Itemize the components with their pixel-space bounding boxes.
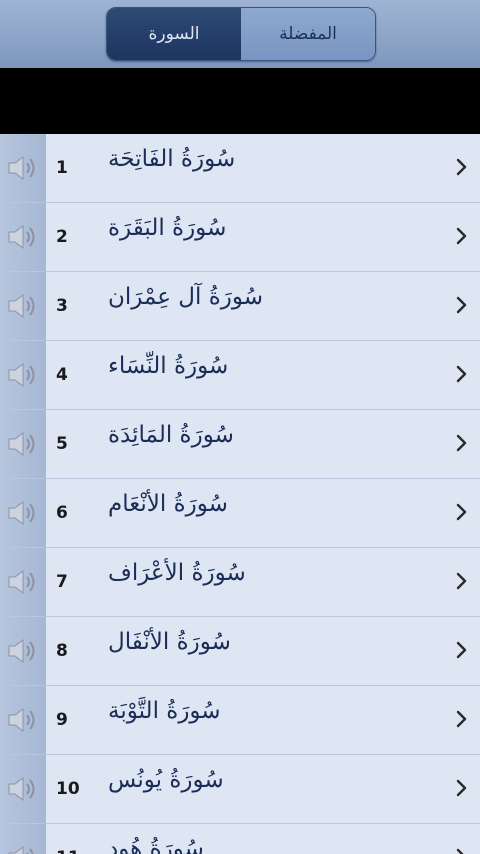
surah-number: 8 (56, 641, 68, 661)
chevron-right-icon[interactable] (456, 227, 468, 245)
surah-list[interactable]: 1 سُورَةُ الفَاتِحَة 2 سُورَةُ البَقَرَة 3 سُ… (0, 134, 480, 854)
chevron-right-icon[interactable] (456, 641, 468, 659)
audio-strip (0, 410, 46, 478)
surah-row[interactable]: 9 سُورَةُ التَّوْبَة (0, 686, 480, 755)
surah-name: سُورَةُ الأعْرَاف (108, 560, 246, 586)
surah-name: سُورَةُ النِّسَاء (108, 353, 229, 379)
chevron-right-icon[interactable] (456, 572, 468, 590)
audio-strip (0, 617, 46, 685)
surah-number: 11 (56, 848, 100, 854)
speaker-icon[interactable] (6, 223, 40, 251)
surah-name: سُورَةُ الأنْفَال (108, 629, 231, 655)
speaker-icon[interactable] (6, 430, 40, 458)
chevron-right-icon[interactable] (456, 365, 468, 383)
chevron-right-icon[interactable] (456, 158, 468, 176)
audio-strip (0, 203, 46, 271)
surah-number: 4 (56, 365, 68, 385)
audio-strip (0, 272, 46, 340)
audio-strip (0, 548, 46, 616)
surah-name: سُورَةُ المَائِدَة (108, 422, 234, 448)
surah-number: 10 (56, 779, 80, 799)
top-bar: السورة المفضلة (0, 0, 480, 68)
chevron-right-icon[interactable] (456, 779, 468, 797)
surah-row[interactable]: 7 سُورَةُ الأعْرَاف (0, 548, 480, 617)
surah-number: 6 (56, 503, 68, 523)
surah-name: سُورَةُ آل عِمْرَان (108, 284, 264, 310)
speaker-icon[interactable] (6, 775, 40, 803)
surah-row[interactable]: 10 سُورَةُ يُونُس (0, 755, 480, 824)
surah-name: سُورَةُ يُونُس (108, 767, 224, 793)
speaker-icon[interactable] (6, 706, 40, 734)
surah-row[interactable]: 5 سُورَةُ المَائِدَة (0, 410, 480, 479)
surah-number: 1 (56, 158, 68, 178)
surah-row[interactable]: 4 سُورَةُ النِّسَاء (0, 341, 480, 410)
surah-row[interactable]: 3 سُورَةُ آل عِمْرَان (0, 272, 480, 341)
speaker-icon[interactable] (6, 361, 40, 389)
speaker-icon[interactable] (6, 637, 40, 665)
tab-surah[interactable]: السورة (107, 8, 241, 60)
surah-number: 7 (56, 572, 68, 592)
surah-number: 9 (56, 710, 68, 730)
chevron-right-icon[interactable] (456, 434, 468, 452)
surah-number: 2 (56, 227, 68, 247)
surah-row[interactable]: 1 سُورَةُ الفَاتِحَة (0, 134, 480, 203)
chevron-right-icon[interactable] (456, 503, 468, 521)
surah-row[interactable]: 2 سُورَةُ البَقَرَة (0, 203, 480, 272)
speaker-icon[interactable] (6, 499, 40, 527)
chevron-right-icon[interactable] (456, 848, 468, 854)
black-banner (0, 68, 480, 134)
surah-name: سُورَةُ التَّوْبَة (108, 698, 221, 724)
surah-row[interactable]: 8 سُورَةُ الأنْفَال (0, 617, 480, 686)
surah-name: سُورَةُ البَقَرَة (108, 215, 227, 241)
audio-strip (0, 134, 46, 202)
speaker-icon[interactable] (6, 292, 40, 320)
surah-number: 5 (56, 434, 68, 454)
chevron-right-icon[interactable] (456, 296, 468, 314)
audio-strip (0, 686, 46, 754)
surah-name: سُورَةُ هُود (108, 836, 204, 854)
audio-strip (0, 755, 46, 823)
surah-row[interactable]: 6 سُورَةُ الأنْعَام (0, 479, 480, 548)
surah-number: 3 (56, 296, 68, 316)
chevron-right-icon[interactable] (456, 710, 468, 728)
audio-strip (0, 824, 46, 854)
speaker-icon[interactable] (6, 154, 40, 182)
surah-name: سُورَةُ الفَاتِحَة (108, 146, 236, 172)
surah-row[interactable]: 11 سُورَةُ هُود (0, 824, 480, 854)
tab-favorites[interactable]: المفضلة (241, 8, 375, 60)
segmented-control: السورة المفضلة (106, 7, 376, 61)
surah-name: سُورَةُ الأنْعَام (108, 491, 228, 517)
speaker-icon[interactable] (6, 844, 40, 854)
speaker-icon[interactable] (6, 568, 40, 596)
audio-strip (0, 341, 46, 409)
audio-strip (0, 479, 46, 547)
